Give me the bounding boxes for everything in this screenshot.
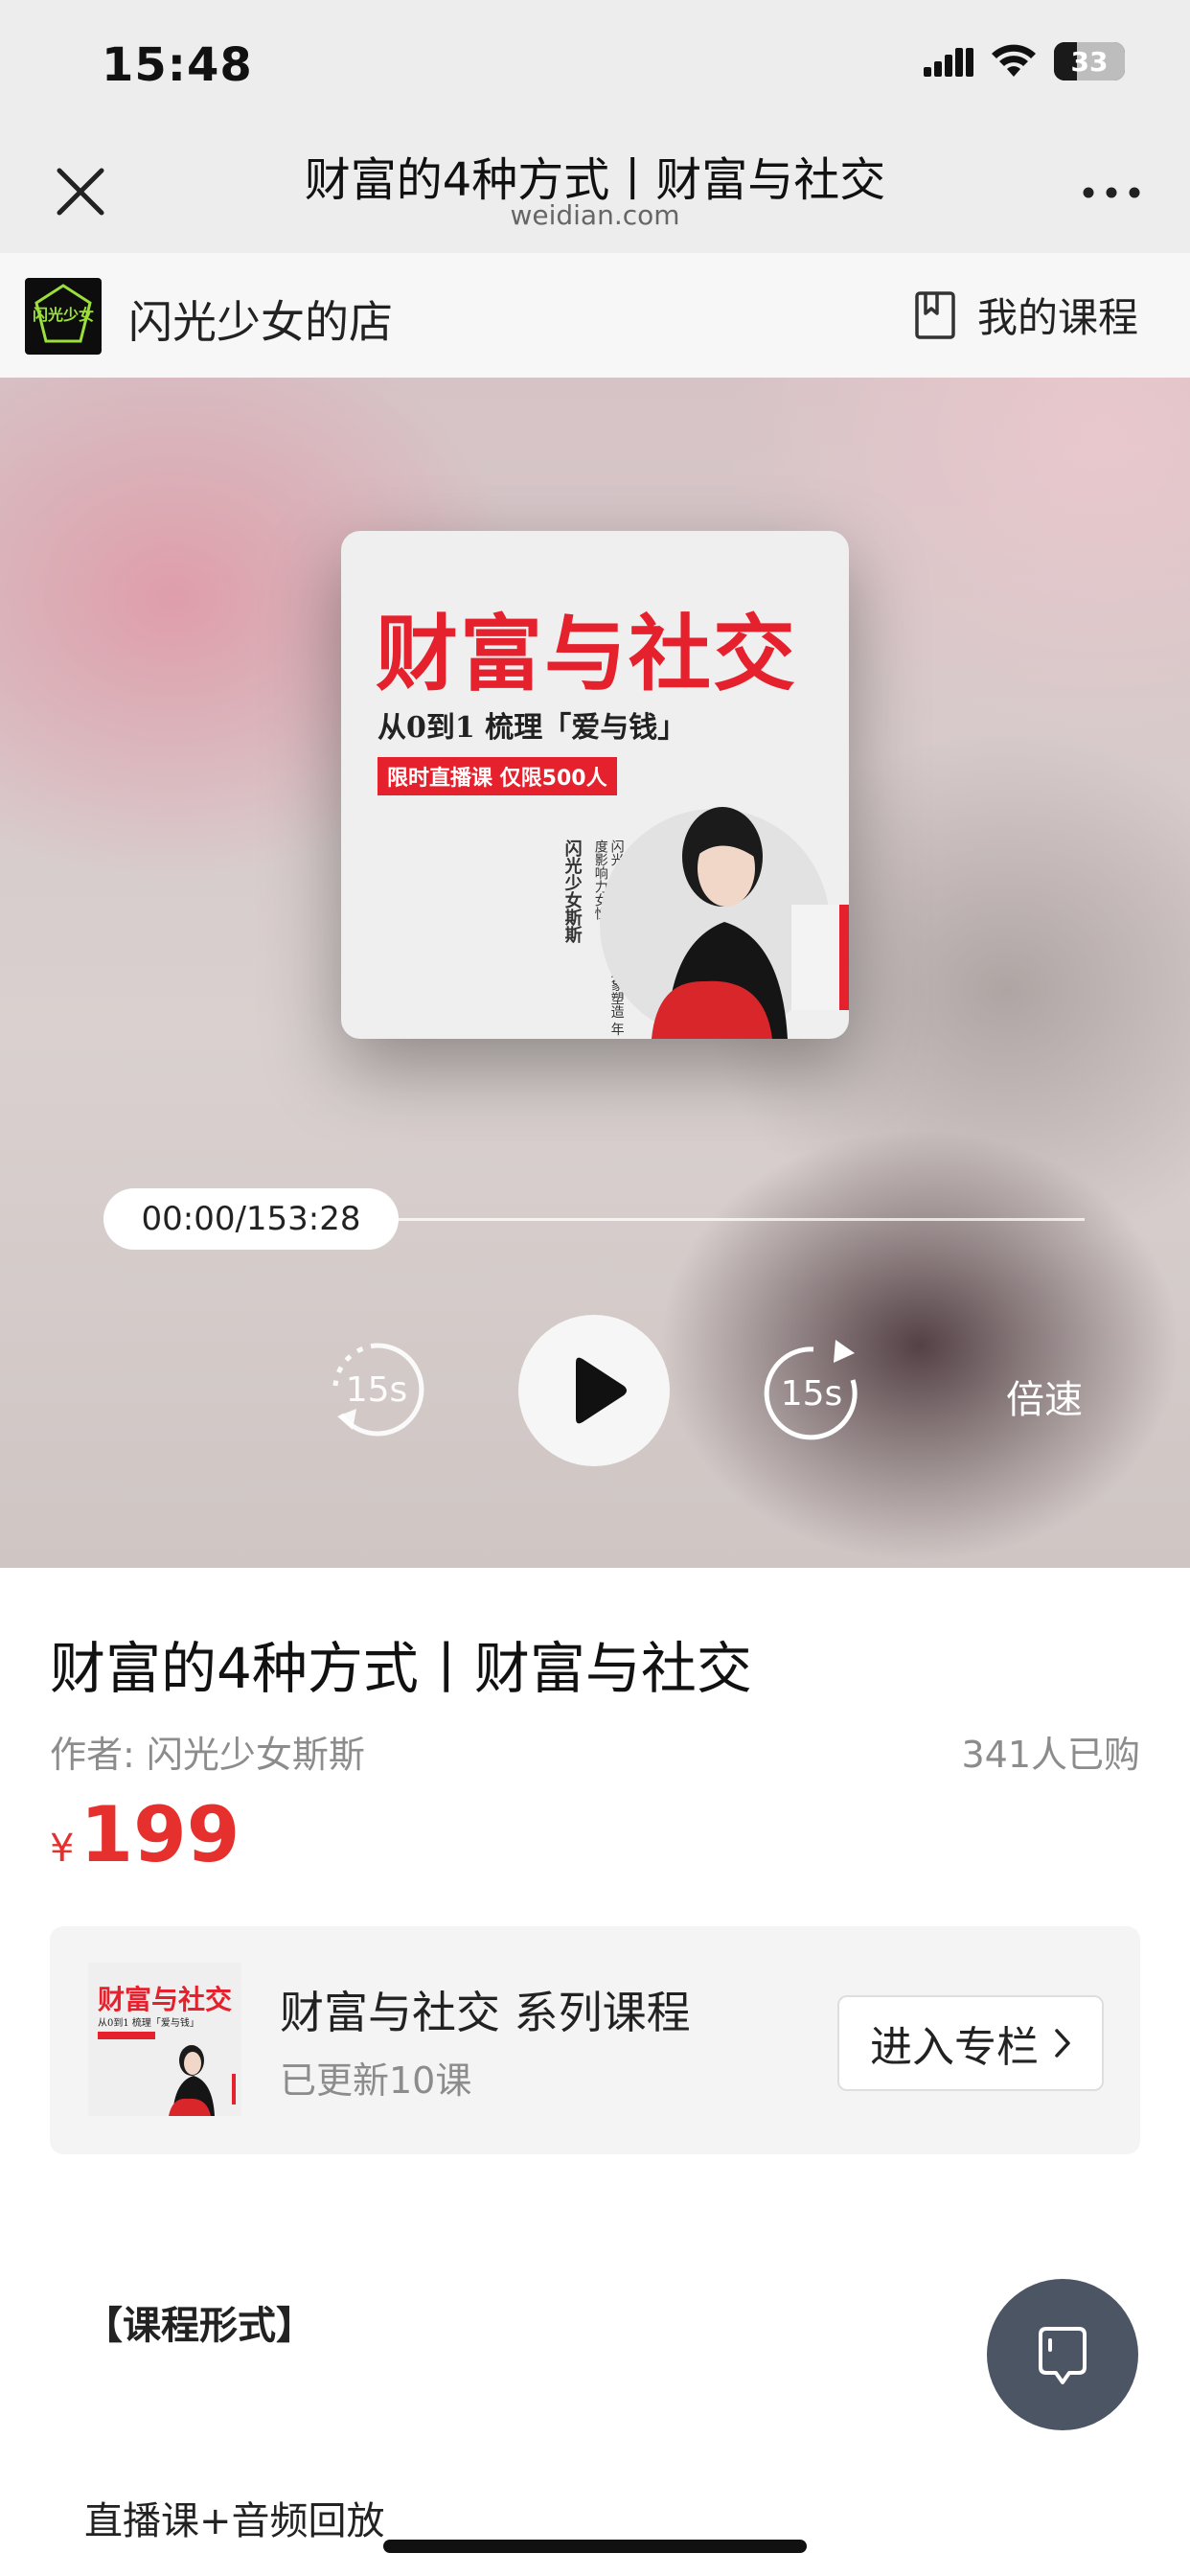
course-title: 财富的4种方式丨财富与社交 <box>50 1636 752 1701</box>
play-icon <box>576 1357 627 1424</box>
shop-logo[interactable]: 闪光少女 <box>25 278 102 355</box>
audio-player: 财富与社交 从0到1 梳理「爱与钱」 限时直播课 仅限500人 闪光少女斯斯 闪… <box>0 378 1190 1568</box>
series-update-count: 已更新10课 <box>280 2059 472 2102</box>
course-author[interactable]: 作者: 闪光少女斯斯 <box>50 1725 365 1778</box>
price-value: 199 <box>80 1790 240 1879</box>
status-bar: 15:48 33 <box>0 0 1190 125</box>
nav-bar: 财富的4种方式丨财富与社交 weidian.com <box>0 125 1190 253</box>
svg-text:闪光少女: 闪光少女 <box>33 306 94 324</box>
my-courses-button[interactable]: 我的课程 <box>914 286 1138 344</box>
rewind-15s-icon[interactable]: 15s <box>324 1336 429 1447</box>
my-courses-label: 我的课程 <box>976 294 1138 341</box>
bookmark-icon <box>915 290 955 339</box>
cover-subtitle: 从0到1 梳理「爱与钱」 <box>378 711 687 745</box>
chevron-right-icon <box>1055 2029 1070 2058</box>
status-icons: 33 <box>924 42 1125 80</box>
section-heading: 【课程形式】 <box>84 2304 314 2348</box>
series-title: 财富与社交 系列课程 <box>280 1987 691 2038</box>
playback-time: 00:00/153:28 <box>103 1188 399 1250</box>
shop-bar: 闪光少女 闪光少女的店 我的课程 <box>0 253 1190 379</box>
progress-bar[interactable] <box>399 1218 1085 1221</box>
page-domain: weidian.com <box>510 199 680 231</box>
play-button[interactable] <box>518 1315 670 1466</box>
more-icon[interactable] <box>1081 178 1142 207</box>
svg-text:从0到1 梳理「爱与钱」: 从0到1 梳理「爱与钱」 <box>98 2016 199 2029</box>
cover-tag: 限时直播课 仅限500人 <box>378 757 617 795</box>
buyer-count: 341人已购 <box>961 1734 1140 1776</box>
cover-author-name: 闪光少女斯斯 <box>561 840 583 943</box>
home-indicator <box>383 2540 807 2553</box>
wifi-icon <box>992 44 1036 77</box>
price-currency: ¥ <box>50 1827 75 1871</box>
message-icon <box>1039 2327 1087 2384</box>
close-icon[interactable] <box>52 163 109 220</box>
status-time: 15:48 <box>102 38 253 92</box>
shop-logo-image: 闪光少女 <box>33 284 94 343</box>
course-cover: 财富与社交 从0到1 梳理「爱与钱」 限时直播课 仅限500人 闪光少女斯斯 闪… <box>341 531 849 1039</box>
signal-icon <box>924 48 973 77</box>
chat-button[interactable] <box>987 2279 1138 2430</box>
section-text: 直播课+音频回放 <box>84 2499 385 2543</box>
battery-icon: 33 <box>1054 42 1125 80</box>
svg-text:15s: 15s <box>346 1370 408 1410</box>
battery-level: 33 <box>1070 46 1109 78</box>
series-thumbnail: 财富与社交 从0到1 梳理「爱与钱」 <box>88 1963 241 2116</box>
series-thumbnail-image: 财富与社交 从0到1 梳理「爱与钱」 <box>88 1963 241 2116</box>
playback-speed-button[interactable]: 倍速 <box>1006 1368 1083 1424</box>
forward-15s-icon[interactable]: 15s <box>761 1336 866 1447</box>
cover-title: 财富与社交 <box>376 606 797 702</box>
course-price: ¥199 <box>50 1790 240 1879</box>
cover-portrait-image <box>600 807 849 1039</box>
series-card[interactable]: 财富与社交 从0到1 梳理「爱与钱」 财富与社交 系列课程 已更新10课 进入专… <box>50 1926 1140 2154</box>
svg-text:15s: 15s <box>781 1374 843 1414</box>
enter-column-label: 进入专栏 <box>870 2023 1039 2072</box>
enter-column-button[interactable]: 进入专栏 <box>837 1995 1104 2091</box>
shop-name[interactable]: 闪光少女的店 <box>128 288 393 351</box>
svg-text:财富与社交: 财富与社交 <box>98 1984 232 2015</box>
